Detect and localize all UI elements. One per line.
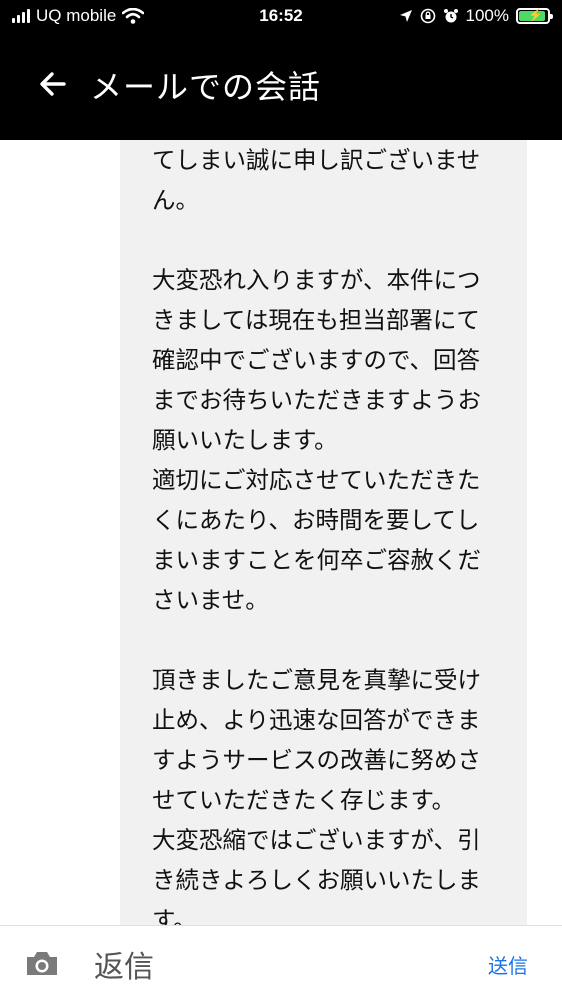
back-arrow-icon[interactable]	[34, 64, 74, 104]
battery-percent: 100%	[465, 6, 509, 25]
message-line: 確認中でございますので、回答	[152, 346, 481, 374]
status-bar: UQ mobile 16:52 100% ⚡	[0, 0, 562, 34]
message-line: すようサービスの改善に努めさ	[152, 746, 481, 774]
reply-bar: 送信	[0, 925, 562, 999]
message-line: 頂きましたご意見を真摯に受け	[152, 666, 481, 694]
send-button[interactable]: 送信	[488, 950, 528, 979]
message-line: 大変恐れ入りますが、本件につ	[152, 266, 481, 294]
camera-icon[interactable]	[24, 950, 60, 978]
message-line: くにあたり、お時間を要してし	[152, 506, 480, 534]
message-line: 止め、より迅速な回答ができま	[152, 706, 481, 734]
message-line: てしまい誠に申し訳ございませ	[152, 146, 481, 174]
message-line: ん。	[152, 186, 199, 214]
message-line: せていただきたく存じます。	[152, 786, 456, 814]
message-line: す。	[152, 906, 197, 925]
message-line: 大変恐縮ではございますが、引	[152, 826, 481, 854]
battery-charging-icon: ⚡	[516, 8, 553, 24]
status-right: 100% ⚡	[399, 6, 553, 26]
message-line: 願いいたします。	[152, 426, 338, 454]
conversation-area[interactable]: てしまい誠に申し訳ございませ ん。大変恐れ入りますが、本件につ きましては現在も担当…	[0, 140, 562, 925]
app-bar: メールでの会話	[0, 34, 562, 140]
message-line: き続きよろしくお願いいたしま	[152, 866, 481, 894]
page-title: メールでの会話	[90, 68, 322, 106]
reply-input[interactable]	[92, 944, 456, 990]
message-line: までお待ちいただきますようお	[152, 386, 481, 414]
message-body: てしまい誠に申し訳ございませ ん。大変恐れ入りますが、本件につ きましては現在も担当…	[152, 140, 502, 925]
alarm-icon	[443, 9, 458, 23]
message-line: 適切にご対応させていただきた	[152, 466, 481, 494]
message-line: きましては現在も担当部署にて	[152, 306, 480, 334]
message-line: さいませ。	[152, 586, 269, 614]
message-line: まいますことを何卒ご容赦くだ	[152, 546, 481, 574]
location-icon	[399, 10, 412, 22]
rotation-lock-icon	[420, 8, 435, 24]
